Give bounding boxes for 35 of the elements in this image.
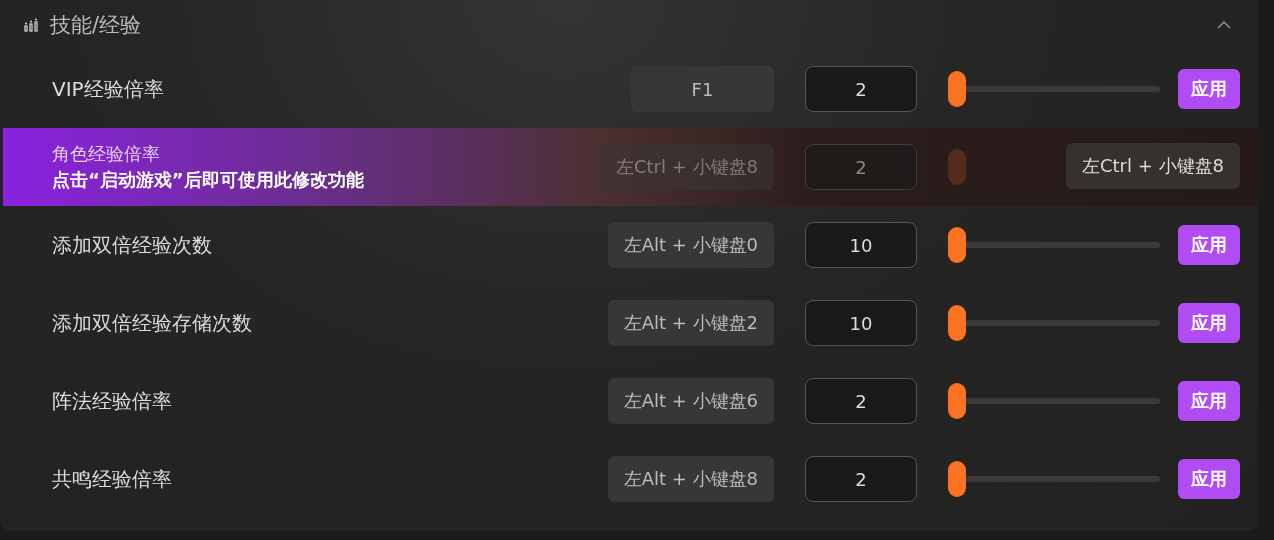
setting-label: 共鸣经验倍率 — [52, 466, 172, 491]
notice-text: 点击“启动游戏”后即可使用此修改功能 — [52, 168, 365, 192]
value-field[interactable]: 2 — [805, 456, 917, 502]
slider-thumb[interactable] — [948, 383, 966, 419]
slider-thumb[interactable] — [948, 461, 966, 497]
slider-thumb[interactable] — [948, 227, 966, 263]
value-field[interactable]: 10 — [805, 300, 917, 346]
hotkey-button[interactable]: 左Alt + 小键盘8 — [607, 456, 774, 502]
value-field[interactable]: 10 — [805, 222, 917, 268]
slider[interactable] — [948, 305, 1160, 341]
setting-label: 添加双倍经验存储次数 — [52, 310, 252, 335]
setting-label: 添加双倍经验次数 — [52, 232, 212, 257]
value-field[interactable]: 2 — [805, 378, 917, 424]
apply-button[interactable]: 应用 — [1178, 381, 1240, 421]
setting-label: VIP经验倍率 — [52, 76, 164, 101]
slider-thumb[interactable] — [948, 305, 966, 341]
setting-label: 角色经验倍率 — [52, 142, 161, 166]
value-field[interactable]: 2 — [805, 66, 917, 112]
slider[interactable] — [948, 71, 1160, 107]
slider[interactable] — [948, 227, 1160, 263]
hotkey-button[interactable]: F1 — [631, 66, 774, 112]
setting-label: 阵法经验倍率 — [52, 388, 172, 413]
apply-button[interactable]: 应用 — [1178, 303, 1240, 343]
apply-button[interactable]: 应用 — [1178, 459, 1240, 499]
slider-thumb[interactable] — [948, 71, 966, 107]
apply-button[interactable]: 应用 — [1178, 69, 1240, 109]
slider[interactable] — [948, 461, 1160, 497]
apply-button[interactable]: 应用 — [1178, 225, 1240, 265]
hotkey-button[interactable]: 左Alt + 小键盘6 — [607, 378, 774, 424]
section-title: 技能/经验 — [50, 12, 142, 39]
chevron-icon[interactable] — [1216, 20, 1232, 30]
bar-chart-icon — [24, 18, 40, 32]
hotkey-button[interactable]: 左Alt + 小键盘2 — [607, 300, 774, 346]
slider[interactable] — [948, 383, 1160, 419]
hotkey-button[interactable]: 左Alt + 小键盘0 — [607, 222, 774, 268]
